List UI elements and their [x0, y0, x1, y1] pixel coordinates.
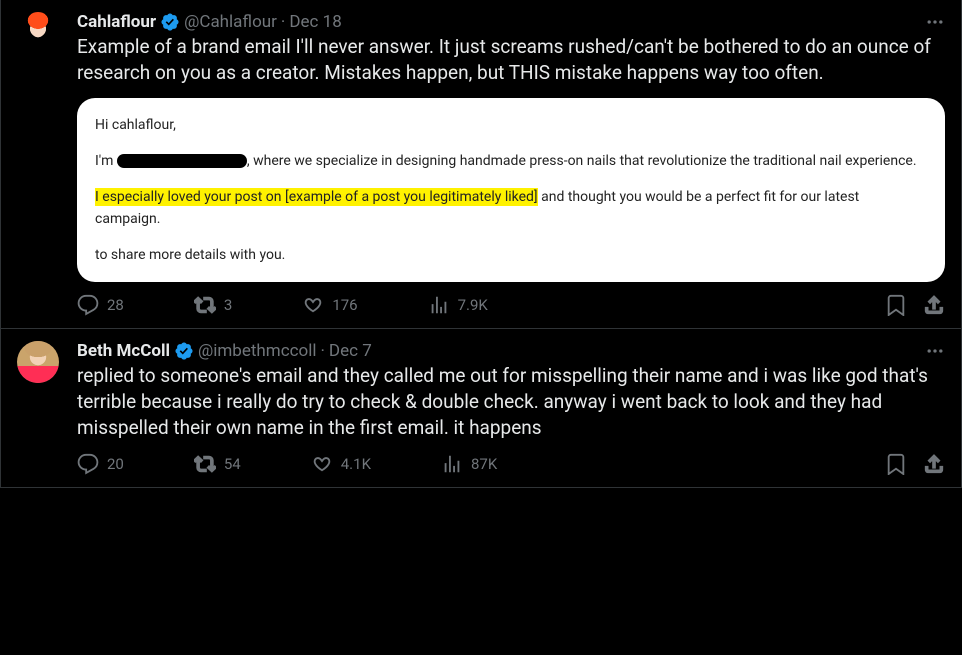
tweet-main: Cahlaflour @Cahlaflour · Dec 18 Example … [77, 12, 945, 320]
user-handle[interactable]: @imbethmccoll [198, 341, 316, 361]
tweet-header: Cahlaflour @Cahlaflour · Dec 18 [77, 12, 945, 32]
reply-count: 28 [107, 296, 124, 314]
avatar[interactable] [17, 341, 59, 383]
bookmark-button[interactable] [885, 294, 907, 316]
reply-button[interactable]: 20 [77, 453, 124, 475]
heart-icon [311, 453, 333, 475]
tweet-main: Beth McColl @imbethmccoll · Dec 7 replie… [77, 341, 945, 479]
share-icon [923, 294, 945, 316]
retweet-icon [194, 453, 216, 475]
view-count: 7.9K [458, 296, 488, 314]
avatar-column [17, 12, 65, 320]
more-options-icon[interactable] [925, 341, 945, 361]
bookmark-icon [885, 294, 907, 316]
share-icon [923, 453, 945, 475]
views-button[interactable]: 7.9K [428, 294, 488, 316]
separator: · [281, 12, 285, 32]
verified-badge-icon [160, 12, 180, 32]
email-line3: I especially loved your post on [example… [95, 186, 927, 230]
tweet-text: Example of a brand email I'll never answ… [77, 34, 945, 86]
reply-icon [77, 294, 99, 316]
more-options-icon[interactable] [925, 12, 945, 32]
avatar[interactable] [17, 12, 59, 54]
display-name[interactable]: Beth McColl [77, 341, 170, 361]
reply-count: 20 [107, 455, 124, 473]
share-button[interactable] [923, 453, 945, 475]
tweet-actions: 28 3 176 7.9K [77, 294, 945, 320]
retweet-icon [194, 294, 216, 316]
bookmark-button[interactable] [885, 453, 907, 475]
email-line2: I'm , where we specialize in designing h… [95, 150, 927, 172]
like-count: 176 [332, 296, 357, 314]
tweet-feed: Cahlaflour @Cahlaflour · Dec 18 Example … [0, 0, 962, 488]
like-button[interactable]: 4.1K [311, 453, 371, 475]
redacted-block [117, 154, 247, 168]
tweet-date[interactable]: Dec 7 [329, 341, 372, 361]
tweet[interactable]: Beth McColl @imbethmccoll · Dec 7 replie… [1, 329, 961, 488]
user-handle[interactable]: @Cahlaflour [184, 12, 277, 32]
retweet-count: 54 [224, 455, 241, 473]
tweet-date[interactable]: Dec 18 [289, 12, 341, 32]
views-button[interactable]: 87K [441, 453, 497, 475]
reply-button[interactable]: 28 [77, 294, 124, 316]
views-icon [428, 294, 450, 316]
display-name[interactable]: Cahlaflour [77, 12, 156, 32]
retweet-count: 3 [224, 296, 232, 314]
tweet-actions: 20 54 4.1K 87K [77, 453, 945, 479]
views-icon [441, 453, 463, 475]
reply-icon [77, 453, 99, 475]
tweet-header: Beth McColl @imbethmccoll · Dec 7 [77, 341, 945, 361]
heart-icon [302, 294, 324, 316]
tweet[interactable]: Cahlaflour @Cahlaflour · Dec 18 Example … [1, 0, 961, 329]
verified-badge-icon [174, 341, 194, 361]
email-line4: to share more details with you. [95, 244, 927, 266]
email-greeting: Hi cahlaflour, [95, 114, 927, 136]
retweet-button[interactable]: 3 [194, 294, 232, 316]
retweet-button[interactable]: 54 [194, 453, 241, 475]
avatar-column [17, 341, 65, 479]
email-line2-b: , where we specialize in designing handm… [247, 153, 917, 169]
embedded-image-email[interactable]: Hi cahlaflour, I'm , where we specialize… [77, 98, 945, 282]
like-count: 4.1K [341, 455, 371, 473]
view-count: 87K [471, 455, 497, 473]
share-button[interactable] [923, 294, 945, 316]
bookmark-icon [885, 453, 907, 475]
separator: · [320, 341, 324, 361]
email-line2-a: I'm [95, 153, 117, 169]
like-button[interactable]: 176 [302, 294, 357, 316]
highlighted-text: I especially loved your post on [example… [95, 188, 538, 206]
tweet-text: replied to someone's email and they call… [77, 363, 945, 441]
